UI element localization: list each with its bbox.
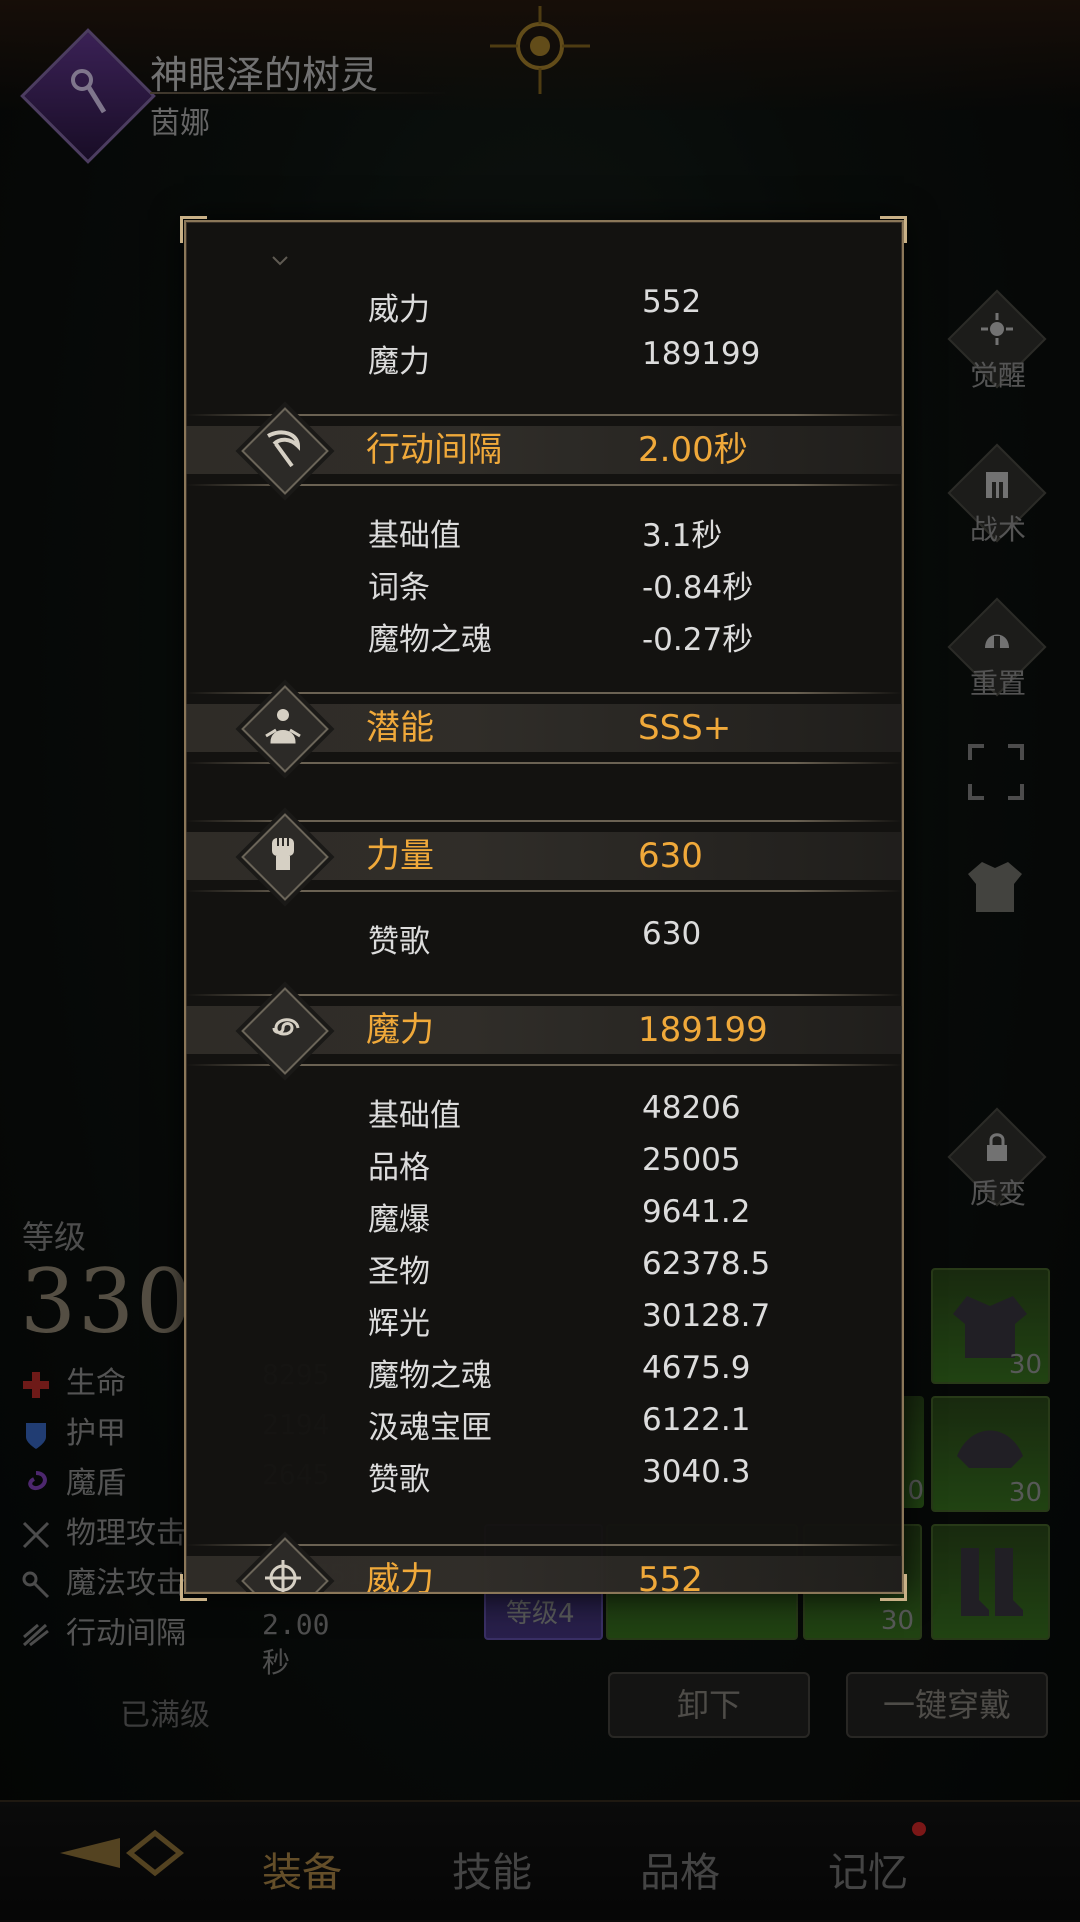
scythe-icon <box>267 430 301 468</box>
detail-value: 189199 <box>642 336 761 372</box>
detail-key: 品格 <box>368 1150 430 1186</box>
detail-value: -0.84秒 <box>642 570 754 606</box>
meditating-figure-icon <box>265 709 301 744</box>
section-value: 630 <box>638 836 703 876</box>
section-header-potential: 潜能 SSS+ <box>186 685 902 773</box>
section-value: 2.00秒 <box>638 430 748 470</box>
section-title: 力量 <box>366 836 434 876</box>
attribute-detail-panel[interactable]: 威力 552 魔力 189199 行动间隔 2.00秒 基础值 3.1秒 词条 … <box>184 220 904 1594</box>
frame-corner <box>180 1574 207 1601</box>
detail-value: 48206 <box>642 1090 741 1126</box>
frame-corner <box>880 216 907 243</box>
detail-value: 630 <box>642 916 702 952</box>
detail-value: 25005 <box>642 1142 741 1178</box>
header-icon-frame <box>240 406 329 495</box>
detail-value: 3040.3 <box>642 1454 751 1490</box>
fist-icon <box>272 838 294 870</box>
detail-value: 552 <box>642 284 702 320</box>
detail-key: 魔力 <box>368 344 430 380</box>
detail-key: 词条 <box>368 570 430 606</box>
header-icon-frame <box>240 684 329 773</box>
detail-key: 魔物之魂 <box>368 1358 492 1394</box>
frame-corner <box>180 216 207 243</box>
section-title: 威力 <box>366 1560 434 1594</box>
detail-key: 赞歌 <box>368 1462 430 1498</box>
section-header-power: 威力 552 <box>186 1537 902 1594</box>
detail-key: 基础值 <box>368 1098 461 1134</box>
detail-value: 62378.5 <box>642 1246 771 1282</box>
section-header-strength: 力量 630 <box>186 813 902 901</box>
frame-corner <box>880 1574 907 1601</box>
detail-value: 3.1秒 <box>642 518 723 554</box>
section-value: SSS+ <box>638 708 732 748</box>
detail-key: 魔物之魂 <box>368 622 492 658</box>
detail-key: 汲魂宝匣 <box>368 1410 492 1446</box>
detail-key: 圣物 <box>368 1254 430 1290</box>
scroll-up-icon <box>272 256 288 266</box>
detail-value: 30128.7 <box>642 1298 771 1334</box>
section-value: 189199 <box>638 1010 768 1050</box>
header-icon-frame <box>240 986 329 1075</box>
detail-value: 4675.9 <box>642 1350 751 1386</box>
section-title: 潜能 <box>366 708 434 748</box>
section-header-action-interval: 行动间隔 2.00秒 <box>186 407 902 495</box>
detail-value: -0.27秒 <box>642 622 754 658</box>
section-title: 魔力 <box>366 1010 434 1050</box>
detail-key: 魔爆 <box>368 1202 430 1238</box>
detail-key: 威力 <box>368 292 430 328</box>
section-header-magic: 魔力 189199 <box>186 987 902 1075</box>
detail-key: 基础值 <box>368 518 461 554</box>
header-icon-frame <box>240 812 329 901</box>
header-icon-frame <box>240 1536 329 1592</box>
section-title: 行动间隔 <box>366 430 502 470</box>
swirl-icon <box>272 1018 300 1036</box>
detail-value: 9641.2 <box>642 1194 751 1230</box>
detail-value: 6122.1 <box>642 1402 751 1438</box>
crosshair-icon <box>265 1560 301 1592</box>
detail-key: 赞歌 <box>368 924 430 960</box>
section-value: 552 <box>638 1560 703 1594</box>
detail-key: 辉光 <box>368 1306 430 1342</box>
